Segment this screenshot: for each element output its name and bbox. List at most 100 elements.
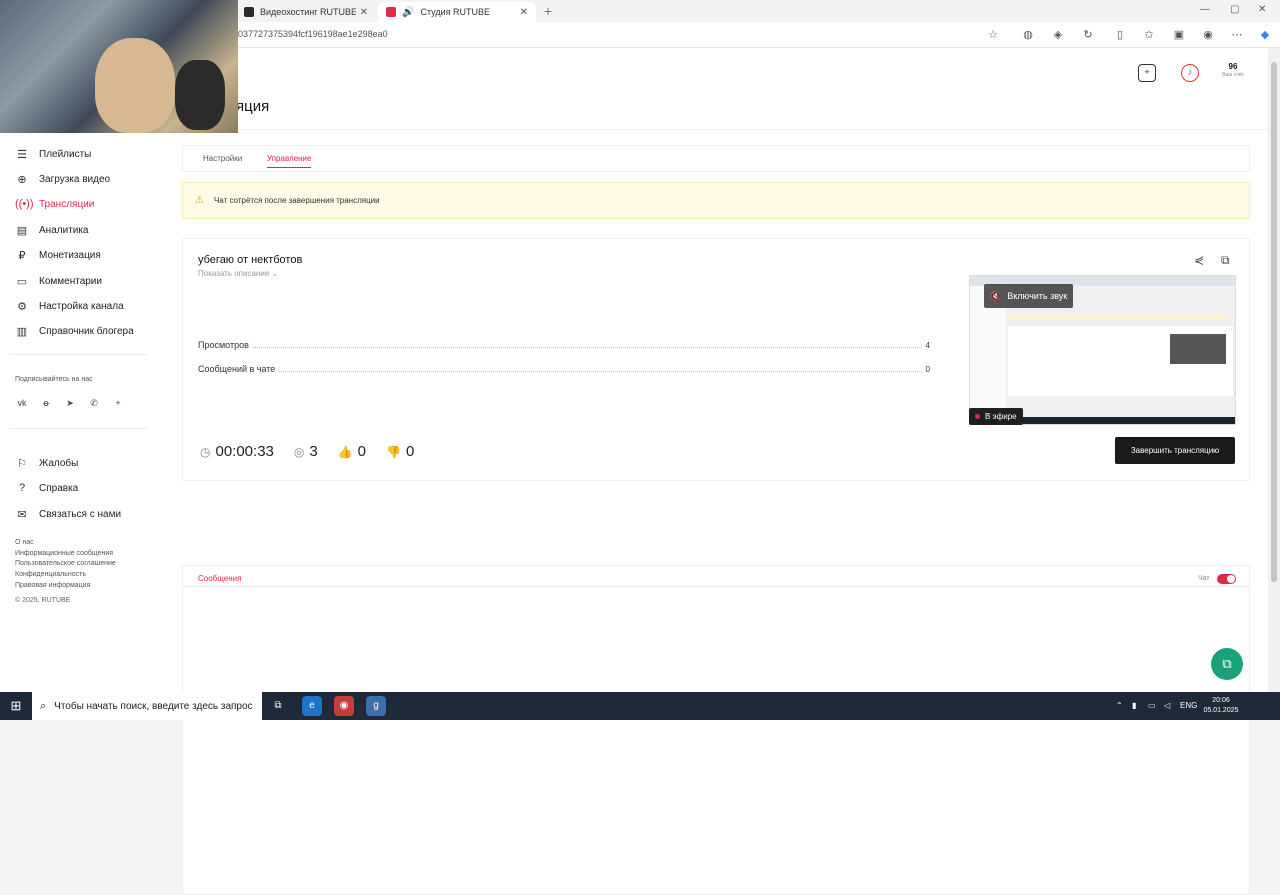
sidebar-item-analytics[interactable]: ▤ Аналитика [15,220,89,240]
tray-chevron-icon[interactable]: ⌃ [1116,701,1123,710]
external-link-icon[interactable]: ⧉ [1221,253,1230,268]
mail-icon: ✉ [17,508,27,521]
stat-value: 4 [925,341,930,350]
url-text[interactable]: 037727375394fcf196198ae1e298ea0 [238,29,388,39]
footer-link-privacy[interactable]: Конфиденциальность [15,570,116,581]
footer-link-about[interactable]: О нас [15,538,116,549]
taskbar-clock[interactable]: 20:06 05.01.2025 [1198,696,1244,716]
stat-value: 0 [925,365,930,374]
studio-favicon-icon [386,7,396,17]
sidebar-item-blogger-guide[interactable]: ▥ Справочник блогера [15,321,134,341]
support-chat-button[interactable]: ⧉ [1211,648,1243,680]
duration-counter: ◷ 00:00:33 [200,443,274,460]
likes-counter: 👍 0 [338,443,366,460]
vk-icon[interactable]: vk [15,396,29,410]
copilot-icon[interactable]: ◆ [1258,28,1272,42]
broadcast-icon: ((•)) [15,198,34,210]
tab-messages[interactable]: Сообщения [198,574,241,583]
scrollbar-thumb[interactable] [1271,62,1277,582]
footer-link-terms[interactable]: Пользовательское соглашение [15,559,116,570]
footer-link-legal[interactable]: Правовая информация [15,581,116,592]
live-dot [975,414,980,419]
obs-icon[interactable]: ◉ [334,696,354,716]
shield-icon[interactable]: ◈ [1051,28,1065,42]
favorites-icon[interactable]: ✩ [1142,28,1156,42]
more-socials-icon[interactable]: + [111,396,125,410]
sidebar-item-label: Монетизация [39,249,101,261]
sidebar-item-comments[interactable]: ▭ Комментарии [15,271,102,291]
preview-warning [1008,314,1228,320]
social-links: vk ꝋ ➤ ✆ + [15,396,125,410]
extension-icon[interactable]: ◍ [1021,28,1035,42]
sidebar: ☰ Плейлисты ⊕ Загрузка видео ((•)) Транс… [0,130,150,692]
sidebar-item-label: Комментарии [39,275,102,287]
collections-icon[interactable]: ▣ [1172,28,1186,42]
windows-start-icon[interactable]: ⊞ [0,692,32,720]
tray-app-icon[interactable]: ▮ [1132,701,1136,710]
sidebar-item-monetization[interactable]: ₽ Монетизация [15,245,101,265]
split-icon[interactable]: ▯ [1113,28,1127,42]
close-window-icon[interactable]: ✕ [1258,4,1266,15]
maximize-icon[interactable]: ▢ [1230,4,1239,15]
sidebar-item-help[interactable]: ? Справка [15,478,78,498]
end-broadcast-button[interactable]: Завершить трансляцию [1115,437,1235,464]
list-icon: ☰ [17,148,27,161]
app-icon[interactable]: g [366,696,386,716]
show-description-link[interactable]: Показать описание ⌄ [198,269,278,278]
footer-links: О нас Информационные сообщения Пользоват… [15,538,116,592]
star-icon[interactable]: ☆ [986,28,1000,42]
viber-icon[interactable]: ✆ [87,396,101,410]
stat-dots [279,364,922,372]
sidebar-item-broadcasts[interactable]: ((•)) Трансляции [15,194,94,214]
sidebar-item-channel-settings[interactable]: ⚙ Настройка канала [15,296,124,316]
refresh-icon[interactable]: ↻ [1081,28,1095,42]
chat-toggle[interactable] [1217,574,1236,584]
more-icon[interactable]: ⋯ [1230,28,1244,42]
chat-bubble-icon: ⧉ [1222,656,1232,671]
webcam-overlay [0,0,238,133]
sidebar-item-contact[interactable]: ✉ Связаться с нами [15,504,121,524]
bell-icon[interactable]: ♪ [1181,64,1199,82]
rutube-favicon-icon [244,7,254,17]
network-icon[interactable]: ▭ [1148,701,1156,710]
comment-icon: ▭ [16,275,28,288]
taskbar-search[interactable]: ⌕ Чтобы начать поиск, введите здесь запр… [32,692,262,720]
new-tab-button[interactable]: + [544,3,552,19]
task-view-icon[interactable]: ⧉ [268,696,288,716]
chevron-down-icon: ⌄ [271,269,279,278]
unmute-button[interactable]: 🔇 Включить звук [984,284,1074,308]
browser-tab-rutube[interactable]: Видеохостинг RUTUBE. Смотрит ✕ [236,2,376,22]
dislikes-value: 0 [405,443,415,460]
language-indicator[interactable]: ENG [1180,701,1197,710]
stat-label: Просмотров [198,340,249,350]
volume-icon[interactable]: ◁ [1164,701,1170,710]
duration-value: 00:00:33 [215,443,274,460]
ok-icon[interactable]: ꝋ [39,396,53,410]
dislikes-counter: 👎 0 [386,443,414,460]
chat-header: Сообщения Чат [183,566,1251,587]
warning-text: Чат сотрётся после завершения трансляции [213,196,380,205]
sidebar-item-label: Жалобы [39,457,79,469]
tab-management[interactable]: Управление [267,154,312,168]
stream-counters: ◷ 00:00:33 ◎ 3 👍 0 👎 0 [200,443,434,460]
minimize-icon[interactable]: — [1200,4,1210,15]
share-icon[interactable]: ⋞ [1194,253,1204,267]
edge-icon[interactable]: e [302,696,322,716]
telegram-icon[interactable]: ➤ [63,396,77,410]
browser-tab-studio[interactable]: 🔊 Студия RUTUBE ✕ [378,2,536,22]
add-icon[interactable]: + [1138,64,1156,82]
page-scrollbar[interactable] [1268,48,1280,692]
footer-link-info[interactable]: Информационные сообщения [15,549,116,560]
balance-widget[interactable]: 96 Ваш счёт [1220,62,1246,80]
close-tab-icon[interactable]: ✕ [360,7,368,18]
tab-settings[interactable]: Настройки [203,154,242,163]
sidebar-item-playlists[interactable]: ☰ Плейлисты [15,144,91,164]
page-title: яция [236,98,270,115]
sidebar-item-upload[interactable]: ⊕ Загрузка видео [15,169,110,189]
close-tab-icon[interactable]: ✕ [520,7,528,18]
book-icon: ▥ [16,325,28,338]
profile-icon[interactable]: ◉ [1201,28,1215,42]
browser-tab-label: Видеохостинг RUTUBE. Смотрит [260,7,356,17]
stream-preview[interactable]: 🔇 Включить звук [969,275,1236,425]
sidebar-item-complaints[interactable]: ⚐ Жалобы [15,453,78,473]
